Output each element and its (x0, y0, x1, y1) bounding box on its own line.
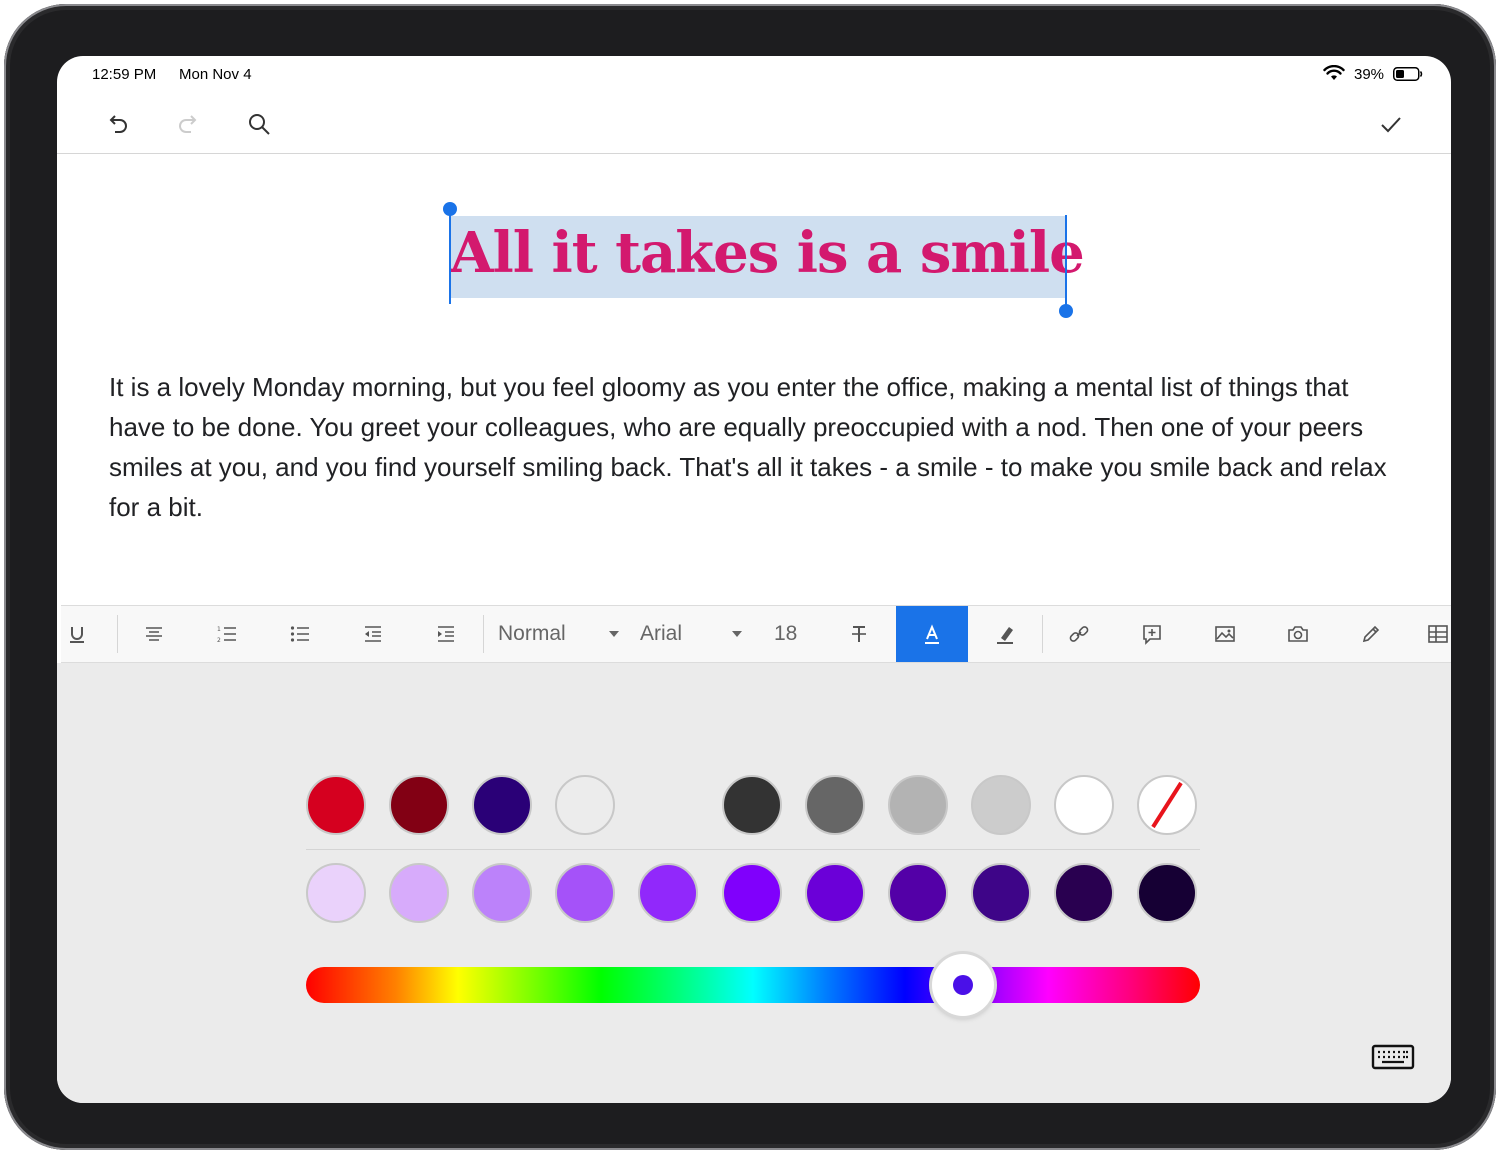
font-family-value: Arial (640, 622, 683, 645)
table-icon (1428, 625, 1448, 643)
text-color-button[interactable] (896, 606, 968, 662)
image-icon (1215, 626, 1235, 642)
no-color-slash-icon (1151, 781, 1183, 829)
shade-color-swatch[interactable] (638, 863, 699, 923)
recent-color-swatch[interactable] (555, 775, 615, 835)
link-icon (1069, 626, 1089, 642)
svg-text:1: 1 (217, 626, 221, 633)
shade-color-swatch[interactable] (970, 863, 1031, 923)
shade-color-swatch[interactable] (555, 863, 616, 923)
gray-color-swatch[interactable] (805, 775, 865, 835)
font-size-field[interactable]: 18 (774, 606, 814, 662)
shade-color-swatch[interactable] (1137, 863, 1197, 923)
decrease-indent-button[interactable] (337, 606, 409, 662)
insert-table-button[interactable] (1403, 606, 1451, 662)
gray-color-swatch[interactable] (722, 775, 782, 835)
underline-button[interactable] (57, 606, 113, 662)
text-color-icon (925, 624, 939, 644)
recent-color-swatch[interactable] (472, 775, 532, 835)
title-selection-highlight: All it takes is a smile (450, 216, 1085, 298)
align-center-button[interactable] (118, 606, 190, 662)
document-title[interactable]: All it takes is a smile (450, 220, 1085, 286)
comment-icon (1143, 625, 1161, 645)
keyboard-icon[interactable] (1371, 1043, 1415, 1071)
checkmark-icon (1381, 117, 1401, 133)
chevron-down-icon (609, 631, 619, 637)
camera-button[interactable] (1262, 606, 1334, 662)
document-canvas[interactable]: All it takes is a smile It is a lovely M… (57, 155, 1451, 605)
gray-color-swatch[interactable] (1054, 775, 1114, 835)
clear-formatting-icon (852, 626, 866, 642)
search-icon (249, 114, 270, 135)
gray-color-swatch[interactable] (971, 775, 1031, 835)
pencil-icon (1362, 625, 1380, 643)
selection-end-caret (1065, 215, 1067, 310)
format-toolbar: 12 Normal Arial 18 (61, 605, 1451, 663)
shade-color-swatch[interactable] (804, 863, 865, 923)
selection-start-handle[interactable] (443, 202, 457, 216)
redo-button[interactable] (170, 106, 206, 142)
insert-comment-button[interactable] (1116, 606, 1188, 662)
hue-slider-thumb[interactable] (932, 954, 995, 1016)
shade-color-swatch[interactable] (306, 863, 366, 923)
selection-start-caret (449, 207, 451, 304)
battery-icon (1393, 67, 1423, 81)
screen: 12:59 PM Mon Nov 4 39% All it takes is a… (57, 56, 1451, 1103)
selection-end-handle[interactable] (1059, 304, 1073, 318)
numbered-list-icon: 12 (217, 626, 236, 644)
highlight-button[interactable] (969, 606, 1041, 662)
bulleted-list-button[interactable] (264, 606, 336, 662)
decrease-indent-icon (365, 626, 381, 642)
shade-color-swatch[interactable] (1053, 863, 1114, 923)
svg-text:2: 2 (217, 637, 221, 644)
highlight-icon (997, 627, 1013, 644)
underline-icon (70, 627, 84, 643)
done-button[interactable] (1373, 106, 1409, 142)
status-bar: 12:59 PM Mon Nov 4 39% (57, 56, 1451, 92)
ipad-frame: 12:59 PM Mon Nov 4 39% All it takes is a… (4, 4, 1496, 1150)
top-toolbar (57, 96, 1451, 154)
hue-slider[interactable] (306, 954, 1200, 1016)
gray-color-swatch[interactable] (888, 775, 948, 835)
insert-link-button[interactable] (1043, 606, 1115, 662)
font-family-dropdown[interactable]: Arial (640, 606, 750, 662)
paragraph-style-value: Normal (498, 622, 566, 645)
numbered-list-button[interactable]: 12 (191, 606, 263, 662)
recent-color-swatch[interactable] (389, 775, 449, 835)
font-size-value: 18 (774, 622, 798, 645)
clear-formatting-button[interactable] (823, 606, 895, 662)
battery-percent: 39% (1354, 66, 1385, 83)
swatch-divider (306, 849, 1200, 850)
increase-indent-button[interactable] (410, 606, 482, 662)
shade-color-swatch[interactable] (721, 863, 782, 923)
wifi-icon (1323, 65, 1345, 80)
toolbar-separator (483, 615, 484, 653)
recent-color-swatch[interactable] (306, 775, 366, 835)
shade-color-swatch[interactable] (887, 863, 948, 923)
status-date: Mon Nov 4 (179, 66, 252, 83)
undo-icon (109, 115, 127, 133)
insert-image-button[interactable] (1189, 606, 1261, 662)
redo-icon (179, 115, 197, 133)
undo-button[interactable] (100, 106, 136, 142)
increase-indent-icon (438, 626, 454, 642)
search-button[interactable] (241, 106, 277, 142)
hue-selected-dot (953, 975, 974, 995)
no-color-swatch[interactable] (1137, 775, 1197, 835)
shade-color-swatch[interactable] (389, 863, 450, 923)
draw-button[interactable] (1335, 606, 1407, 662)
status-time: 12:59 PM (92, 66, 157, 83)
align-center-icon (146, 627, 162, 641)
bulleted-list-icon (290, 626, 309, 642)
camera-icon (1288, 626, 1308, 642)
paragraph-style-dropdown[interactable]: Normal (498, 606, 628, 662)
chevron-down-icon (732, 631, 742, 637)
shade-color-swatch[interactable] (472, 863, 533, 923)
color-picker-panel (57, 663, 1451, 1103)
document-body-paragraph[interactable]: It is a lovely Monday morning, but you f… (109, 367, 1409, 527)
